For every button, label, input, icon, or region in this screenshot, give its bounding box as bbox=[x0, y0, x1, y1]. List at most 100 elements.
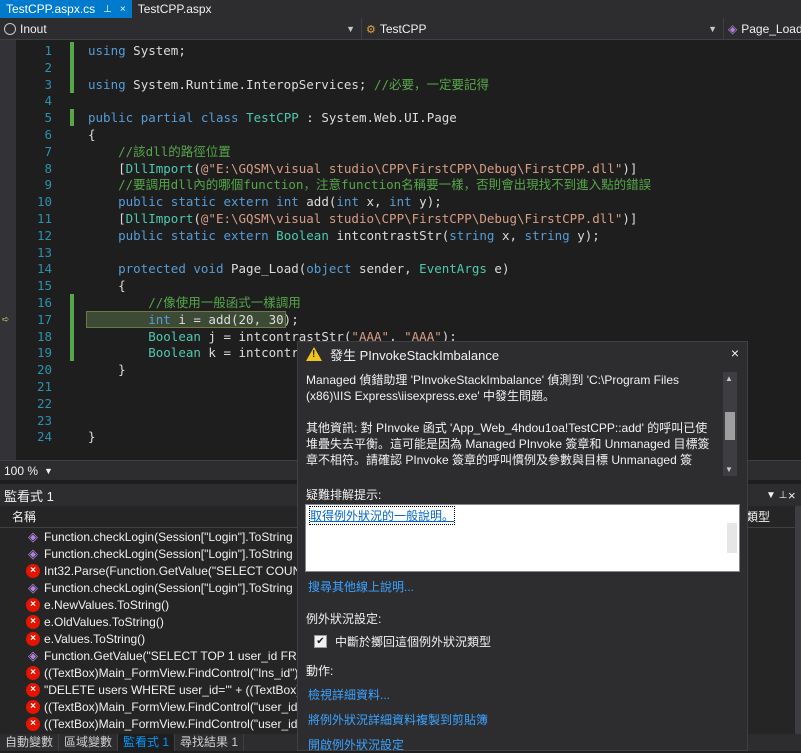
tab-find-results-1[interactable]: 尋找結果 1 bbox=[175, 734, 245, 751]
code-line[interactable]: 4 bbox=[0, 92, 801, 109]
chevron-down-icon[interactable]: ▼ bbox=[44, 466, 53, 476]
search-online-link[interactable]: 搜尋其他線上說明... bbox=[308, 578, 414, 595]
code-line[interactable]: 1 using System; bbox=[0, 42, 801, 59]
code-text[interactable]: public static extern int add(int x, int … bbox=[88, 193, 442, 210]
chevron-down-icon: ▼ bbox=[708, 24, 717, 34]
code-line[interactable]: 2 bbox=[0, 58, 801, 76]
code-text[interactable]: [DllImport(@"E:\GQSM\visual studio\CPP\F… bbox=[88, 160, 637, 177]
code-text[interactable]: using System; bbox=[88, 42, 186, 59]
error-icon: × bbox=[26, 563, 40, 578]
zoom-level[interactable]: 100 % bbox=[4, 464, 38, 478]
property-icon: ◈ bbox=[28, 647, 38, 663]
error-icon: × bbox=[26, 614, 40, 629]
code-line[interactable]: 9 //要調用dll內的哪個function，注意function名稱要一樣，否… bbox=[0, 176, 801, 193]
code-text[interactable]: //像使用一般函式一樣調用 bbox=[88, 294, 301, 311]
message-scrollbar[interactable]: ▲ ▼ bbox=[723, 372, 737, 476]
tab-testcpp-aspx-cs[interactable]: TestCPP.aspx.cs ⊥ × bbox=[0, 0, 132, 18]
code-line[interactable]: 8 [DllImport(@"E:\GQSM\visual studio\CPP… bbox=[0, 160, 801, 177]
code-text[interactable]: { bbox=[88, 126, 96, 143]
break-on-exception-checkbox[interactable]: ✔ bbox=[314, 635, 327, 648]
code-line[interactable]: 16 //像使用一般函式一樣調用 bbox=[0, 294, 801, 311]
watch-expression[interactable]: ((TextBox)Main_FormView.FindControl("Ins… bbox=[44, 666, 298, 680]
code-line[interactable]: 10 public static extern int add(int x, i… bbox=[0, 193, 801, 210]
line-number: 15 bbox=[36, 278, 52, 294]
code-line[interactable]: ➪ 17 int i = add(20, 30); bbox=[0, 310, 801, 328]
view-details-link[interactable]: 檢視詳細資料... bbox=[308, 686, 390, 703]
pin-icon[interactable]: ▼ ⊥ bbox=[766, 490, 787, 501]
watch-scrollbar[interactable] bbox=[795, 506, 801, 734]
code-text[interactable]: public partial class TestCPP : System.We… bbox=[88, 109, 457, 126]
exception-message: Managed 偵錯助理 'PInvokeStackImbalance' 偵測到… bbox=[306, 372, 719, 476]
settings-label: 例外狀況設定: bbox=[306, 612, 382, 626]
column-type-header[interactable]: 類型 bbox=[746, 508, 770, 525]
code-line[interactable]: 7 //該dll的路徑位置 bbox=[0, 143, 801, 160]
member-dropdown[interactable]: ◈ Page_Load bbox=[724, 18, 801, 40]
line-number: 11 bbox=[36, 211, 52, 226]
code-line[interactable]: 15 { bbox=[0, 277, 801, 294]
code-line[interactable]: 11 [DllImport(@"E:\GQSM\visual studio\CP… bbox=[0, 210, 801, 227]
scroll-down-icon[interactable]: ▼ bbox=[725, 465, 733, 474]
code-text[interactable]: } bbox=[88, 428, 96, 445]
close-icon[interactable]: × bbox=[120, 4, 126, 15]
execution-arrow-icon[interactable]: ➪ bbox=[2, 311, 9, 328]
pin-icon[interactable]: ⊥ bbox=[103, 4, 112, 15]
code-text[interactable]: [DllImport(@"E:\GQSM\visual studio\CPP\F… bbox=[88, 210, 637, 227]
error-icon: × bbox=[26, 631, 40, 646]
code-line[interactable]: 6{ bbox=[0, 126, 801, 143]
watch-expression[interactable]: e.OldValues.ToString() bbox=[44, 615, 164, 629]
class-icon: ⚙ bbox=[366, 23, 376, 36]
watch-expression[interactable]: Int32.Parse(Function.GetValue("SELECT CO… bbox=[44, 564, 309, 578]
open-exception-settings-link[interactable]: 開啟例外狀況設定 bbox=[308, 736, 404, 753]
watch-expression[interactable]: "DELETE users WHERE user_id='" + ((TextB… bbox=[44, 683, 310, 697]
change-indicator bbox=[70, 58, 74, 76]
code-text[interactable]: //要調用dll內的哪個function，注意function名稱要一樣，否則會… bbox=[88, 176, 651, 193]
watch-expression[interactable]: e.NewValues.ToString() bbox=[44, 598, 169, 612]
tips-scrollbar[interactable] bbox=[727, 523, 737, 553]
code-line[interactable]: 5 public partial class TestCPP : System.W… bbox=[0, 109, 801, 127]
watch-expression[interactable]: Function.checkLogin(Session["Login"].ToS… bbox=[44, 581, 293, 595]
line-number: 5 bbox=[44, 110, 52, 126]
code-line[interactable]: 14 protected void Page_Load(object sende… bbox=[0, 260, 801, 277]
tab-testcpp-aspx[interactable]: TestCPP.aspx bbox=[132, 0, 218, 18]
popup-header: ! 發生 PInvokeStackImbalance bbox=[298, 342, 747, 366]
tips-label: 疑難排解提示: bbox=[306, 488, 382, 502]
code-line[interactable]: 3 using System.Runtime.InteropServices; /… bbox=[0, 75, 801, 93]
code-text[interactable]: using System.Runtime.InteropServices; //… bbox=[88, 76, 489, 93]
error-icon: × bbox=[26, 716, 40, 731]
watch-expression[interactable]: Function.checkLogin(Session["Login"].ToS… bbox=[44, 547, 293, 561]
change-indicator bbox=[70, 294, 74, 311]
change-indicator bbox=[70, 310, 74, 328]
tab-locals[interactable]: 區域變數 bbox=[59, 734, 119, 751]
project-dropdown[interactable]: Inout ▼ bbox=[0, 18, 362, 40]
tab-label: TestCPP.aspx bbox=[137, 2, 212, 16]
code-text[interactable]: int i = add(20, 30); bbox=[88, 311, 299, 328]
code-text[interactable]: { bbox=[88, 277, 126, 294]
line-number: 8 bbox=[44, 160, 52, 176]
close-icon[interactable]: × bbox=[731, 345, 739, 361]
watch-expression[interactable]: ((TextBox)Main_FormView.FindControl("use… bbox=[44, 700, 297, 714]
tab-watch-1[interactable]: 監看式 1 bbox=[118, 734, 176, 751]
copy-details-link[interactable]: 將例外狀況詳細資料複製到剪貼簿 bbox=[308, 711, 488, 728]
watch-expression[interactable]: Function.GetValue("SELECT TOP 1 user_id … bbox=[44, 649, 316, 663]
line-number: 10 bbox=[36, 194, 52, 210]
line-number: 1 bbox=[44, 43, 52, 58]
class-dropdown[interactable]: ⚙ TestCPP ▼ bbox=[362, 18, 724, 40]
close-icon[interactable]: × bbox=[788, 488, 796, 503]
watch-expression[interactable]: ((TextBox)Main_FormView.FindControl("use… bbox=[44, 717, 297, 731]
code-text[interactable]: } bbox=[88, 361, 126, 378]
code-text[interactable]: protected void Page_Load(object sender, … bbox=[88, 260, 509, 277]
tab-autos[interactable]: 自動變數 bbox=[0, 734, 60, 751]
general-help-link[interactable]: 取得例外狀況的一般說明。 bbox=[308, 506, 456, 525]
break-on-exception-option[interactable]: ✔ 中斷於擲回這個例外狀況類型 bbox=[314, 633, 491, 650]
scroll-thumb[interactable] bbox=[725, 412, 735, 440]
watch-expression[interactable]: e.Values.ToString() bbox=[44, 632, 145, 646]
watch-expression[interactable]: Function.checkLogin(Session["Login"].ToS… bbox=[44, 530, 293, 544]
column-name-header[interactable]: 名稱 bbox=[0, 508, 36, 525]
code-text[interactable]: //該dll的路徑位置 bbox=[88, 143, 231, 160]
code-text[interactable]: public static extern Boolean intcontrast… bbox=[88, 227, 600, 244]
code-line[interactable]: 12 public static extern Boolean intcontr… bbox=[0, 227, 801, 244]
line-number: 23 bbox=[36, 412, 52, 428]
code-line[interactable]: 13 bbox=[0, 244, 801, 261]
change-indicator bbox=[70, 42, 74, 59]
scroll-up-icon[interactable]: ▲ bbox=[725, 374, 733, 383]
